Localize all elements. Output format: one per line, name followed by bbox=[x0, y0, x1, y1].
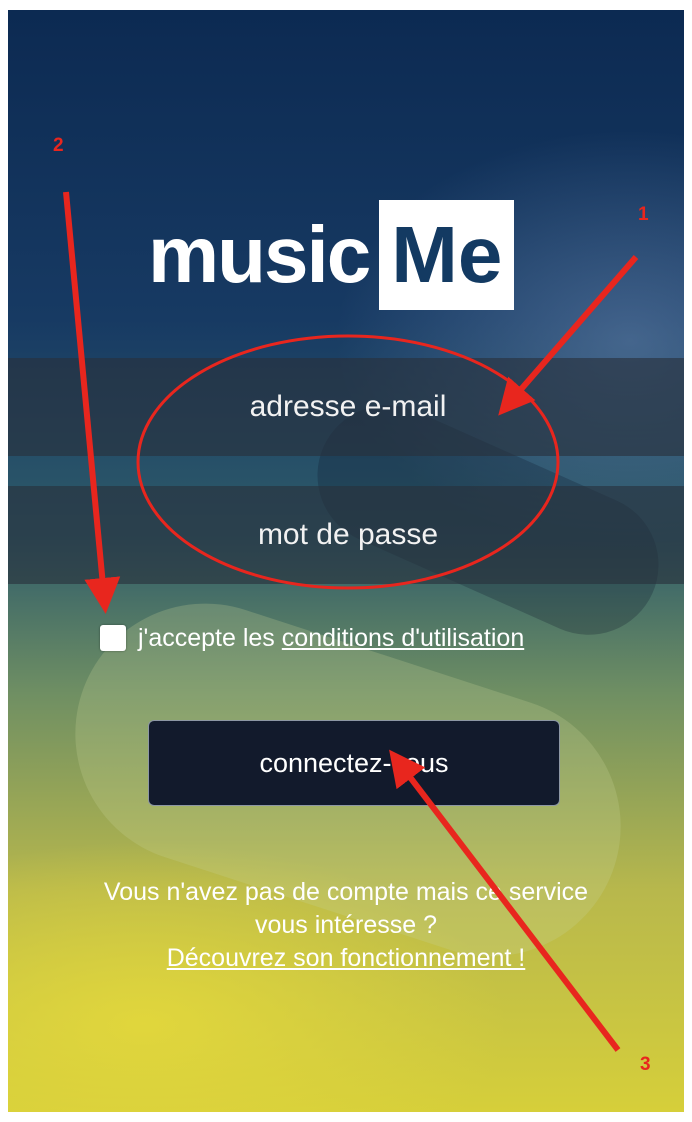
annotation-label-3: 3 bbox=[640, 1054, 651, 1075]
annotation-arrow-3 bbox=[389, 749, 621, 1052]
annotation-ellipse bbox=[136, 334, 560, 590]
annotation-label-2: 2 bbox=[53, 135, 64, 156]
annotation-arrow-2 bbox=[63, 191, 121, 614]
annotation-arrow-1 bbox=[498, 255, 639, 416]
annotation-overlay bbox=[63, 191, 639, 1052]
annotation-label-1: 1 bbox=[638, 204, 649, 225]
